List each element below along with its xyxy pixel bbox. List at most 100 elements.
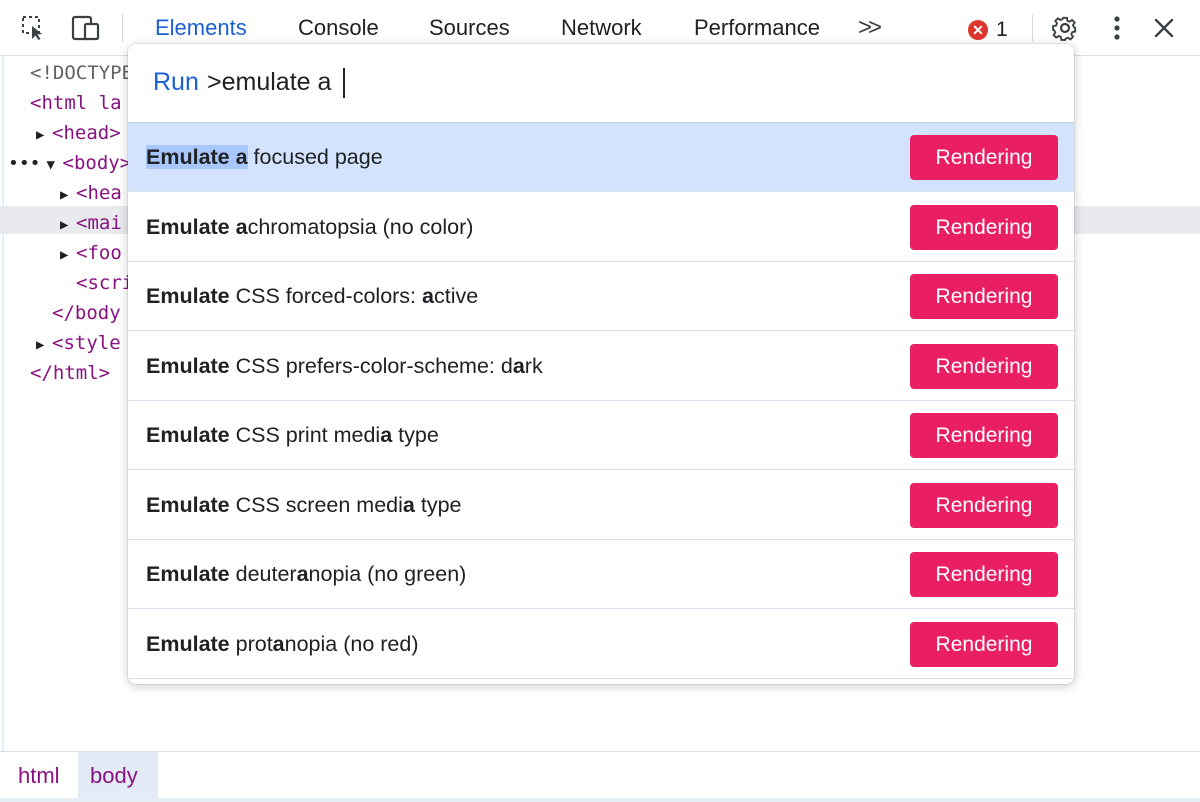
label-segment: nopia (no green) (308, 562, 467, 586)
command-item-label: Emulate achromatopsia (no color) (146, 193, 473, 262)
category-badge: Rendering (910, 343, 1058, 389)
command-item[interactable]: Emulate protanopia (no red) Rendering (128, 610, 1074, 679)
label-segment: type (414, 492, 462, 517)
command-item[interactable]: Emulate deuteranopia (no green) Rendering (128, 540, 1074, 609)
error-counter[interactable]: ✕ 1 (968, 18, 1008, 42)
dom-node[interactable]: ▶ <mai (60, 208, 122, 238)
match-highlight: Emulate (146, 353, 230, 378)
text-caret (343, 68, 345, 98)
gear-icon[interactable] (1049, 12, 1081, 44)
dom-node-text: <mai (76, 212, 122, 234)
command-item[interactable]: Emulate CSS print media type Rendering (128, 401, 1074, 470)
match-highlight: a (402, 492, 415, 517)
devtools-window: Elements Console Sources Network Perform… (0, 0, 1200, 802)
label-segment: ctive (433, 284, 479, 308)
expand-triangle-icon[interactable]: ▶ (36, 330, 52, 360)
expand-triangle-icon[interactable]: ▶ (60, 240, 76, 270)
expand-triangle-icon[interactable]: ▶ (36, 120, 52, 150)
dom-node-text: <body> (62, 152, 132, 174)
dom-node[interactable]: <html la (30, 88, 122, 118)
panel-border (2, 56, 4, 756)
breadcrumb-item-body[interactable]: body (78, 752, 158, 800)
command-item-label: Emulate CSS screen media type (146, 471, 462, 540)
command-item-label: Emulate protanopia (no red) (146, 610, 419, 679)
command-item[interactable]: Emulate CSS prefers-color-scheme: dark Re… (128, 332, 1074, 401)
label-segment: CSS prefers-color-scheme: d (229, 353, 513, 378)
label-segment: CSS screen medi (229, 492, 403, 517)
match-highlight: Emulate (146, 492, 230, 517)
dom-node[interactable]: ▶ <hea (60, 178, 122, 208)
label-segment: deuter (229, 562, 297, 586)
dom-node-selected[interactable]: ••• ▼ <body> (8, 148, 131, 178)
breadcrumb: html body (0, 751, 1200, 802)
category-badge: Rendering (910, 621, 1058, 667)
match-highlight: Emulate a (146, 145, 248, 169)
command-item-label: Emulate a focused page (146, 123, 383, 192)
label-segment: nopia (no red) (284, 631, 419, 656)
dom-node-text: <scri (76, 272, 134, 294)
command-item[interactable]: Emulate a focused page Rendering (128, 123, 1074, 192)
dom-node[interactable]: <scri (76, 268, 133, 298)
dom-node-text: <style (52, 332, 121, 354)
dom-node-text: </body (52, 302, 121, 324)
command-item[interactable]: Emulate CSS forced-colors: active Renderi… (128, 262, 1074, 331)
dom-node[interactable]: ▶ <head> (36, 118, 121, 148)
toolbar-divider (122, 14, 123, 42)
label-segment: CSS print medi (229, 423, 381, 447)
match-highlight: Emulate (146, 214, 230, 239)
command-item-label: Emulate deuteranopia (no green) (146, 540, 466, 609)
dom-node[interactable]: </html> (30, 358, 110, 388)
bottom-border (0, 798, 1200, 802)
category-badge: Rendering (910, 413, 1058, 458)
match-highlight: a (512, 353, 525, 378)
match-highlight: a (235, 214, 248, 239)
label-segment: prot (229, 631, 273, 656)
command-item-label: Emulate CSS prefers-color-scheme: dark (146, 332, 543, 401)
command-input-field[interactable]: Run >emulate a (128, 44, 1074, 123)
dom-node[interactable]: ▶ <style (36, 328, 121, 358)
more-options-dots-icon[interactable]: ••• (8, 153, 41, 174)
match-highlight: a (380, 423, 393, 447)
match-highlight: Emulate (146, 562, 230, 586)
dom-node[interactable]: </body (52, 298, 121, 328)
command-query-text[interactable]: >emulate a (207, 68, 331, 97)
dom-node[interactable]: <!DOCTYPE (30, 58, 133, 88)
label-segment: rk (524, 353, 543, 378)
more-vert-icon[interactable] (1101, 12, 1133, 44)
close-icon[interactable] (1148, 12, 1180, 44)
category-badge: Rendering (910, 552, 1058, 597)
label-segment: focused page (247, 145, 383, 169)
collapse-triangle-icon[interactable]: ▼ (47, 150, 63, 180)
match-highlight: a (422, 284, 434, 308)
match-highlight: Emulate (146, 423, 230, 447)
breadcrumb-item-html[interactable]: html (6, 752, 72, 800)
error-count: 1 (996, 18, 1008, 41)
category-badge: Rendering (910, 274, 1058, 319)
command-item-label: Emulate CSS forced-colors: active (146, 262, 478, 331)
match-highlight: Emulate (146, 284, 230, 308)
inspect-element-icon[interactable] (18, 12, 50, 44)
dom-node-text: <!DOCTYPE (30, 62, 133, 84)
command-item-label: Emulate CSS print media type (146, 401, 439, 470)
expand-triangle-icon[interactable]: ▶ (60, 210, 76, 240)
command-item[interactable]: Emulate achromatopsia (no color) Renderin… (128, 193, 1074, 262)
device-toolbar-icon[interactable] (70, 12, 102, 44)
command-menu: Run >emulate a Emulate a focused page Ren… (128, 44, 1074, 684)
match-highlight: Emulate (146, 631, 230, 656)
category-badge: Rendering (910, 482, 1058, 528)
dom-node[interactable]: ▶ <foo (60, 238, 122, 268)
dom-node-text: <head> (52, 122, 121, 144)
label-segment: CSS forced-colors: (229, 284, 423, 308)
category-badge: Rendering (910, 135, 1058, 180)
expand-triangle-icon[interactable]: ▶ (60, 180, 76, 210)
label-segment: chromatopsia (no color) (247, 214, 474, 239)
dom-node-text: <foo (76, 242, 122, 264)
category-badge: Rendering (910, 204, 1058, 250)
match-highlight: a (296, 562, 309, 586)
dom-node-text: <hea (76, 182, 122, 204)
match-highlight: a (272, 631, 285, 656)
dom-node-text: <html la (30, 92, 122, 114)
command-prefix-label: Run (153, 68, 199, 96)
command-item[interactable]: Emulate CSS screen media type Rendering (128, 471, 1074, 540)
dom-node-text: </html> (30, 362, 111, 384)
